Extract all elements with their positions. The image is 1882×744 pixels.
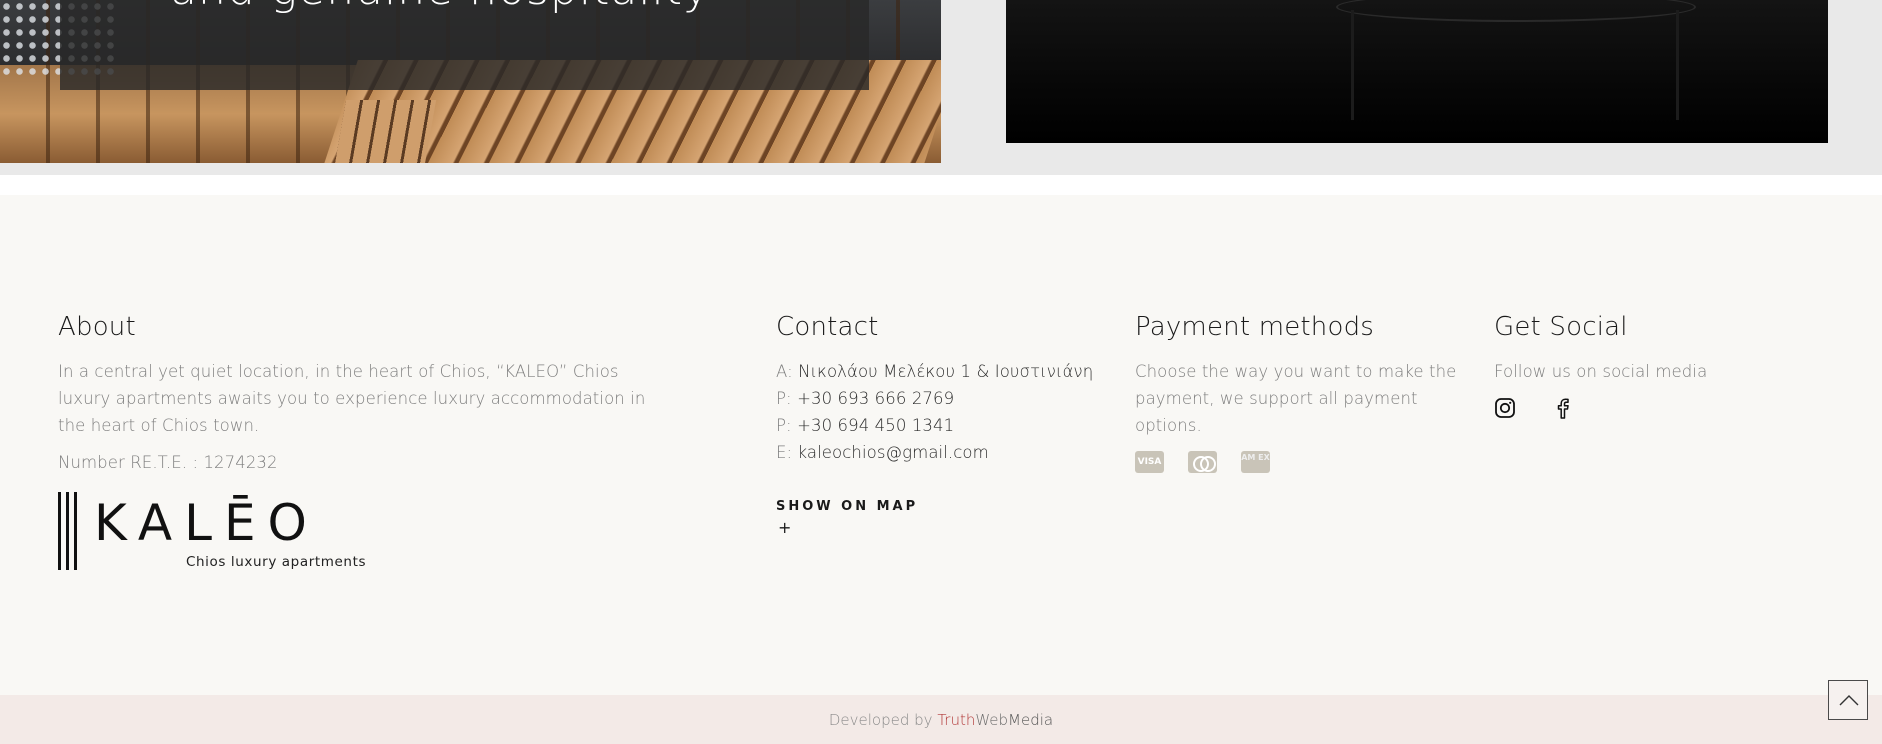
visa-icon: VISA xyxy=(1135,451,1164,473)
contact-phone-1[interactable]: P: +30 693 666 2769 xyxy=(776,385,1106,412)
chevron-up-icon xyxy=(1839,695,1859,706)
contact-phone-2[interactable]: P: +30 694 450 1341 xyxy=(776,412,1106,439)
facebook-icon[interactable] xyxy=(1552,397,1574,419)
social-heading: Get Social xyxy=(1494,312,1628,342)
interior-photo xyxy=(1006,0,1828,143)
caption-overlay: and genuine hospitality xyxy=(60,0,869,90)
show-on-map-link[interactable]: SHOW ON MAP xyxy=(776,499,1106,514)
logo-wordmark: KALĒO xyxy=(94,494,319,552)
payment-section: Payment methods Choose the way you want … xyxy=(1135,312,1465,473)
payment-cards: VISA AM EX xyxy=(1135,451,1465,473)
about-text: In a central yet quiet location, in the … xyxy=(58,362,646,435)
payment-heading: Payment methods xyxy=(1135,312,1375,342)
contact-address: A: Νικολάου Μελέκου 1 & Ιουστινιάνη xyxy=(776,362,1094,381)
image-strip: and genuine hospitality xyxy=(0,0,1882,175)
contact-heading: Contact xyxy=(776,312,879,342)
map-expand-icon[interactable]: + xyxy=(778,518,1106,537)
hero-caption: and genuine hospitality xyxy=(170,0,710,15)
terrace-photo: and genuine hospitality xyxy=(0,0,941,163)
kaleo-logo: KALĒO Chios luxury apartments xyxy=(58,492,366,572)
payment-text: Choose the way you want to make the paym… xyxy=(1135,362,1457,435)
developer-credit: Developed by TruthWebMedia xyxy=(828,711,1054,729)
social-text: Follow us on social media xyxy=(1494,362,1708,381)
credit-bar: Developed by TruthWebMedia xyxy=(0,695,1882,744)
back-to-top-button[interactable] xyxy=(1828,680,1868,720)
rete-number: Number RE.T.E. : 1274232 xyxy=(58,453,278,472)
about-heading: About xyxy=(58,312,136,342)
developer-link[interactable]: Truth xyxy=(937,711,975,729)
about-section: About In a central yet quiet location, i… xyxy=(58,312,658,570)
amex-icon: AM EX xyxy=(1241,451,1270,473)
social-icons xyxy=(1494,397,1824,419)
contact-section: Contact A: Νικολάου Μελέκου 1 & Ιουστινι… xyxy=(776,312,1106,537)
mastercard-icon xyxy=(1188,451,1217,473)
site-footer: About In a central yet quiet location, i… xyxy=(0,195,1882,695)
social-section: Get Social Follow us on social media xyxy=(1494,312,1824,419)
contact-email[interactable]: E: kaleochios@gmail.com xyxy=(776,439,1106,466)
instagram-icon[interactable] xyxy=(1494,397,1516,419)
logo-subtitle: Chios luxury apartments xyxy=(186,554,367,570)
